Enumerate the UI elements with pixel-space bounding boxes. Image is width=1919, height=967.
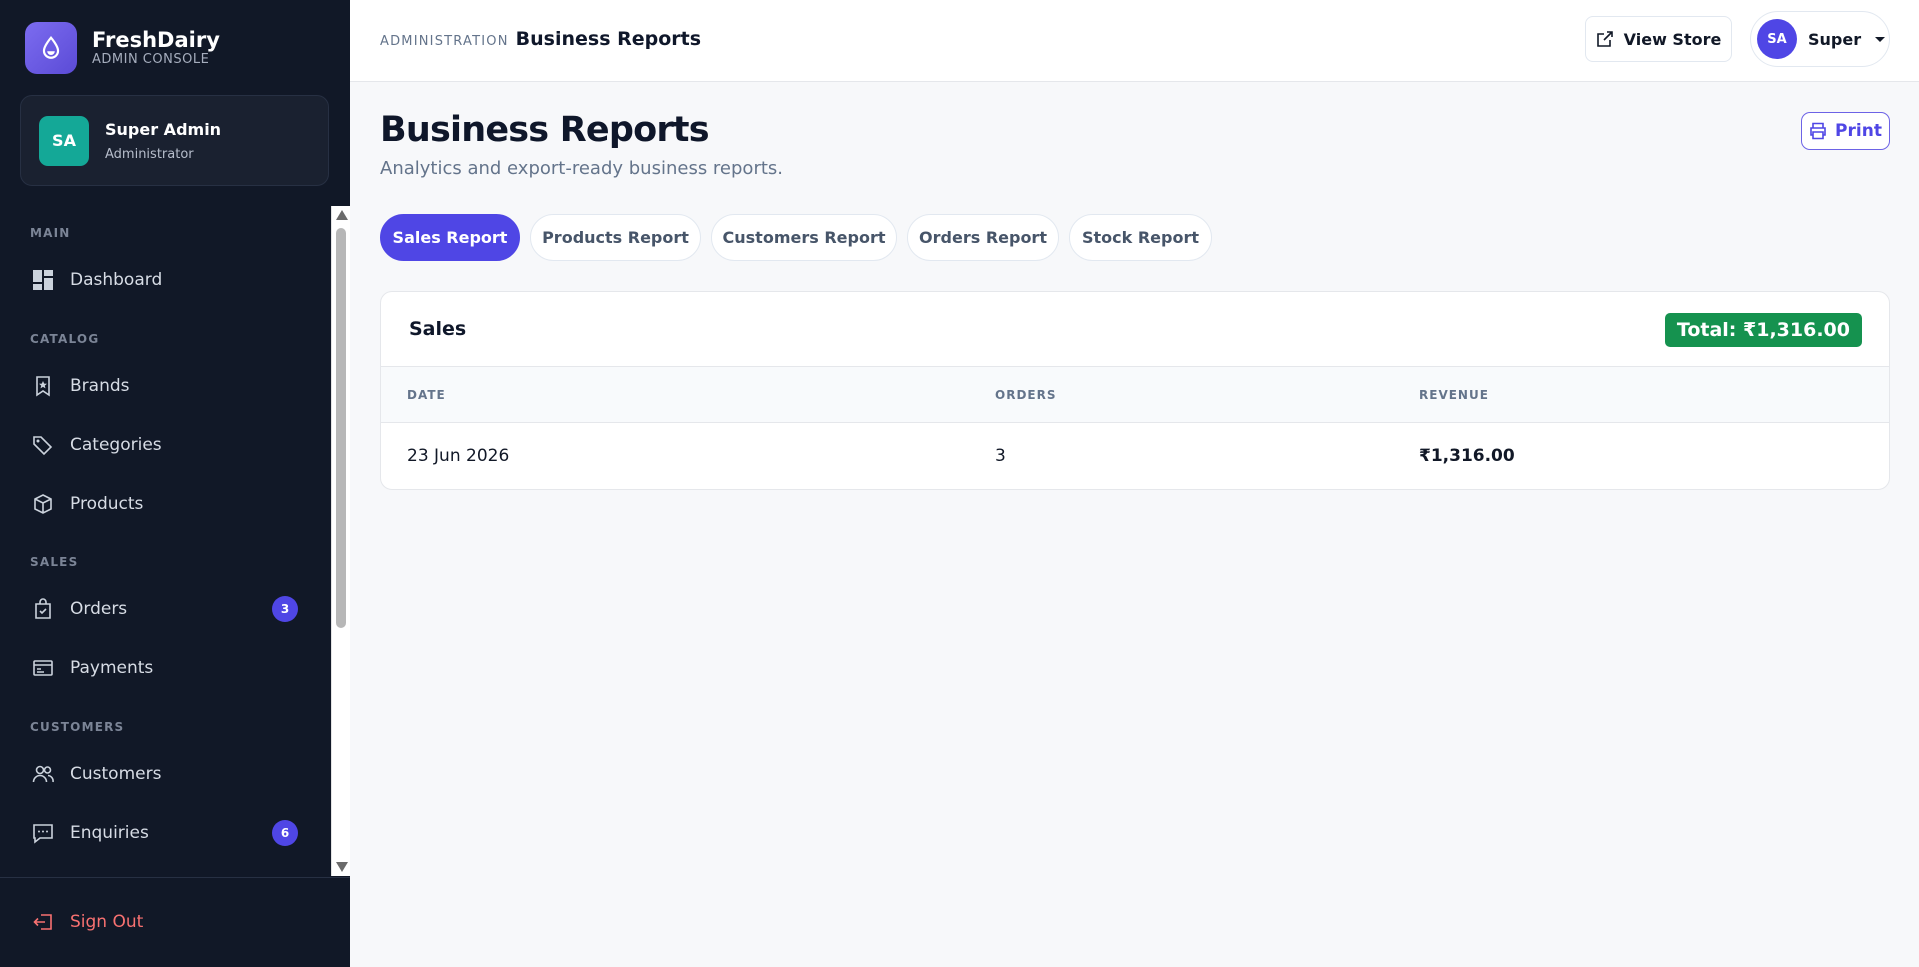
brand-name: FreshDairy	[92, 28, 220, 52]
report-tabs: Sales Report Products Report Customers R…	[380, 214, 1222, 261]
tag-icon	[30, 432, 56, 458]
users-icon	[30, 761, 56, 787]
column-header-revenue: REVENUE	[1419, 388, 1489, 402]
scroll-up-arrow-icon[interactable]	[336, 210, 348, 220]
brand[interactable]: FreshDairy ADMIN CONSOLE	[25, 22, 220, 74]
column-header-orders: ORDERS	[995, 388, 1057, 402]
sidebar-item-orders[interactable]: Orders 3	[30, 589, 300, 629]
orders-count-badge: 3	[272, 596, 298, 622]
sidebar-item-categories[interactable]: Categories	[30, 425, 300, 465]
cell-orders: 3	[995, 446, 1006, 466]
user-menu-name: Super	[1808, 29, 1862, 49]
chat-icon	[30, 820, 56, 846]
page-subtitle: Analytics and export-ready business repo…	[380, 158, 784, 179]
sidebar-item-enquiries[interactable]: Enquiries 6	[30, 813, 300, 853]
print-label: Print	[1835, 121, 1882, 141]
breadcrumb: ADMINISTRATION Business Reports	[380, 28, 701, 50]
nav-section-sales: SALES	[30, 555, 79, 569]
view-store-label: View Store	[1623, 29, 1722, 49]
sidebar-item-label: Categories	[70, 435, 162, 455]
sidebar: FreshDairy ADMIN CONSOLE SA Super Admin …	[0, 0, 350, 967]
sales-report-card: Sales Total: ₹1,316.00 DATE ORDERS REVEN…	[380, 291, 1890, 490]
table-header: DATE ORDERS REVENUE	[381, 367, 1889, 423]
external-link-icon	[1596, 31, 1613, 47]
avatar: SA	[39, 115, 89, 166]
sidebar-item-label: Customers	[70, 764, 162, 784]
nav-section-customers: CUSTOMERS	[30, 720, 125, 734]
enquiries-count-badge: 6	[272, 820, 298, 846]
sidebar-item-customers[interactable]: Customers	[30, 754, 300, 794]
shopping-bag-check-icon	[30, 596, 56, 622]
scroll-thumb[interactable]	[336, 228, 346, 628]
droplet-icon	[25, 22, 77, 74]
sidebar-item-label: Enquiries	[70, 823, 149, 843]
top-header: ADMINISTRATION Business Reports View Sto…	[350, 0, 1919, 82]
avatar: SA	[1757, 19, 1797, 59]
total-badge: Total: ₹1,316.00	[1664, 313, 1862, 347]
dashboard-icon	[30, 267, 56, 293]
print-button[interactable]: Print	[1801, 112, 1890, 150]
sidebar-item-payments[interactable]: Payments	[30, 648, 300, 688]
sidebar-nav: MAIN Dashboard CATALOG Brands Categories…	[0, 206, 350, 876]
view-store-button[interactable]: View Store	[1585, 16, 1732, 62]
payment-card-icon	[30, 655, 56, 681]
user-role: Administrator	[105, 146, 194, 162]
breadcrumb-page: Business Reports	[515, 28, 702, 50]
nav-section-main: MAIN	[30, 226, 71, 240]
sidebar-item-label: Dashboard	[70, 270, 163, 290]
card-title: Sales	[409, 318, 467, 340]
tab-products-report[interactable]: Products Report	[530, 214, 701, 261]
chevron-down-icon	[1875, 36, 1886, 42]
sidebar-item-label: Products	[70, 494, 144, 514]
box-icon	[30, 491, 56, 517]
sidebar-item-brands[interactable]: Brands	[30, 366, 300, 406]
nav-section-catalog: CATALOG	[30, 332, 100, 346]
sidebar-item-label: Orders	[70, 599, 128, 619]
user-name: Super Admin	[105, 119, 222, 139]
table-row: 23 Jun 2026 3 ₹1,316.00	[381, 423, 1889, 489]
tab-customers-report[interactable]: Customers Report	[711, 214, 897, 261]
printer-icon	[1810, 122, 1826, 140]
brand-subtitle: ADMIN CONSOLE	[92, 52, 210, 67]
sidebar-item-label: Payments	[70, 658, 154, 678]
sidebar-item-products[interactable]: Products	[30, 484, 300, 524]
sidebar-footer: Sign Out	[0, 877, 350, 967]
sidebar-item-dashboard[interactable]: Dashboard	[30, 260, 300, 300]
sidebar-scrollbar[interactable]	[331, 206, 350, 876]
sign-out-icon	[30, 909, 56, 935]
bookmark-star-icon	[30, 373, 56, 399]
card-header: Sales Total: ₹1,316.00	[381, 292, 1889, 367]
user-card: SA Super Admin Administrator	[20, 95, 329, 186]
sign-out-label: Sign Out	[70, 912, 144, 932]
sign-out-button[interactable]: Sign Out	[30, 902, 143, 942]
tab-stock-report[interactable]: Stock Report	[1069, 214, 1212, 261]
tab-sales-report[interactable]: Sales Report	[380, 214, 520, 261]
user-menu-button[interactable]: SA Super	[1750, 11, 1890, 67]
sidebar-item-label: Brands	[70, 376, 130, 396]
column-header-date: DATE	[407, 388, 446, 402]
cell-date: 23 Jun 2026	[407, 446, 510, 466]
breadcrumb-section: ADMINISTRATION	[380, 34, 509, 49]
cell-revenue: ₹1,316.00	[1419, 446, 1515, 466]
page-title: Business Reports	[380, 110, 710, 150]
tab-orders-report[interactable]: Orders Report	[907, 214, 1059, 261]
scroll-down-arrow-icon[interactable]	[336, 862, 348, 872]
